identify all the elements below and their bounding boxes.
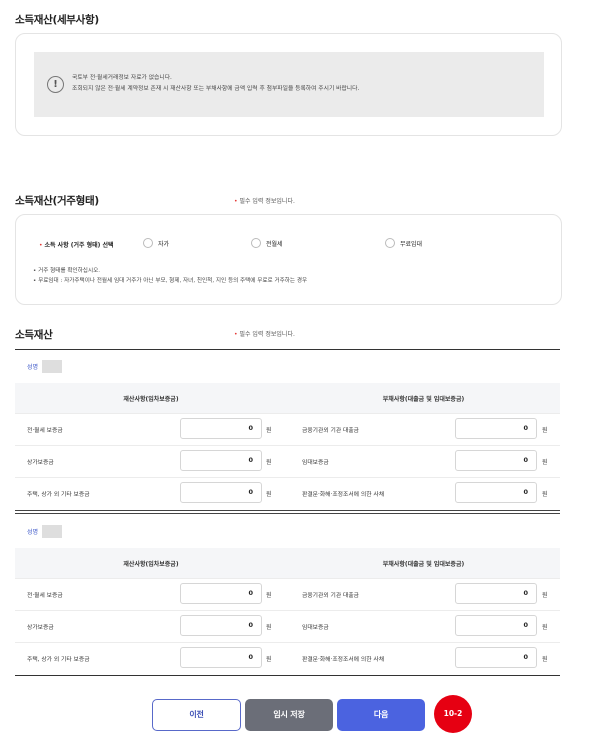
asset-row-label: 전·월세 보증금	[27, 593, 63, 599]
assets-bottom-divider	[15, 675, 560, 676]
debt-amount-input[interactable]: 0	[455, 647, 537, 668]
housing-hint-2: • 무료임대 : 자가주택이나 전월세 임대 거주가 아닌 부모, 형제, 자녀…	[33, 278, 308, 284]
debt-row-label: 임대보증금	[302, 625, 329, 631]
asset-column-header: 재산사항(임차보증금)	[123, 561, 179, 568]
unit-label: 원	[542, 624, 548, 631]
debt-amount-input[interactable]: 0	[455, 450, 537, 471]
row-divider	[15, 445, 560, 446]
debt-row-label: 금융기관외 기관 대출금	[302, 593, 360, 599]
unit-label: 원	[266, 459, 272, 466]
asset-row-label: 상가보증금	[27, 460, 54, 466]
detail-notice-card: ! 국토부 전·월세거래정보 자료가 없습니다. 조회되지 않은 전·월세 계약…	[15, 33, 562, 136]
asset-amount-input[interactable]: 0	[180, 482, 262, 503]
step-badge: 10-2	[434, 695, 472, 733]
field-required-mark: •	[39, 242, 43, 249]
unit-label: 원	[266, 491, 272, 498]
masked-name	[42, 360, 62, 373]
asset-amount-input[interactable]: 0	[180, 450, 262, 471]
row-divider	[15, 413, 560, 414]
housing-card: • 소득 사항 (거주 형태) 선택 자가 전월세 무료임대 • 거주 형태를 …	[15, 214, 562, 305]
asset-amount-input[interactable]: 0	[180, 647, 262, 668]
asset-amount-input[interactable]: 0	[180, 583, 262, 604]
debt-column-header: 부채사항(대출금 및 임대보증금)	[382, 396, 465, 403]
housing-field-label: • 소득 사항 (거주 형태) 선택	[39, 240, 114, 249]
asset-row-label: 상가보증금	[27, 625, 54, 631]
radio-label-free: 무료임대	[400, 240, 423, 248]
required-note-text: 필수 입력 정보입니다.	[239, 198, 295, 205]
unit-label: 원	[266, 624, 272, 631]
debt-row-label: 임대보증금	[302, 460, 329, 466]
asset-row-label: 주택, 상가 외 기타 보증금	[27, 657, 90, 663]
radio-label-lease: 전월세	[266, 240, 283, 248]
radio-label-owned: 자가	[158, 240, 170, 248]
housing-section-title: 소득재산(거주형태)	[15, 195, 99, 207]
asset-column-header: 재산사항(임차보증금)	[123, 396, 179, 403]
debt-amount-input[interactable]: 0	[455, 482, 537, 503]
required-mark: •	[234, 198, 238, 205]
person-name-label: 성명	[27, 364, 39, 371]
required-note-text: 필수 입력 정보입니다.	[239, 331, 295, 338]
debt-row-label: 금융기관외 기관 대출금	[302, 428, 360, 434]
notice-box: ! 국토부 전·월세거래정보 자료가 없습니다. 조회되지 않은 전·월세 계약…	[34, 52, 544, 117]
unit-label: 원	[266, 592, 272, 599]
debt-row-label: 판결문·화해·조정조서에 의한 사채	[302, 492, 385, 498]
notice-line-1: 국토부 전·월세거래정보 자료가 없습니다.	[72, 75, 172, 81]
radio-circle-lease[interactable]	[251, 238, 261, 248]
debt-amount-input[interactable]: 0	[455, 615, 537, 636]
debt-amount-input[interactable]: 0	[455, 583, 537, 604]
radio-option-owned[interactable]: 자가	[143, 238, 169, 248]
housing-field-label-text: 소득 사항 (거주 형태) 선택	[44, 242, 114, 249]
person-block-1: 성명 재산사항(임차보증금) 부채사항(대출금 및 임대보증금) 전·월세 보증…	[15, 349, 560, 509]
debt-row-label: 판결문·화해·조정조서에 의한 사채	[302, 657, 385, 663]
unit-label: 원	[542, 459, 548, 466]
asset-amount-input[interactable]: 0	[180, 615, 262, 636]
asset-amount-input[interactable]: 0	[180, 418, 262, 439]
housing-hint-1: • 거주 형태를 확인하십시오.	[33, 268, 101, 274]
notice-text: 국토부 전·월세거래정보 자료가 없습니다. 조회되지 않은 전·월세 계약정보…	[72, 73, 532, 95]
person-name-label: 성명	[27, 529, 39, 536]
debt-column-header: 부채사항(대출금 및 임대보증금)	[382, 561, 465, 568]
housing-required-note: • 필수 입력 정보입니다.	[234, 196, 295, 205]
exclamation-circle-icon: !	[47, 76, 64, 93]
radio-option-lease[interactable]: 전월세	[251, 238, 283, 248]
masked-name	[42, 525, 62, 538]
radio-circle-free[interactable]	[385, 238, 395, 248]
unit-label: 원	[266, 656, 272, 663]
asset-row-label: 주택, 상가 외 기타 보증금	[27, 492, 90, 498]
radio-option-free[interactable]: 무료임대	[385, 238, 422, 248]
row-divider	[15, 610, 560, 611]
temp-save-button[interactable]: 임시 저장	[245, 699, 333, 731]
unit-label: 원	[542, 656, 548, 663]
next-button[interactable]: 다음	[337, 699, 425, 731]
notice-line-2: 조회되지 않은 전·월세 계약정보 존재 시 재산사항 또는 부채사항에 금액 …	[72, 86, 360, 92]
required-mark: •	[234, 331, 238, 338]
prev-button[interactable]: 이전	[152, 699, 241, 731]
unit-label: 원	[266, 427, 272, 434]
row-divider	[15, 642, 560, 643]
detail-section-title: 소득재산(세부사항)	[15, 14, 99, 26]
housing-hints: • 거주 형태를 확인하십시오. • 무료임대 : 자가주택이나 전월세 임대 …	[33, 266, 553, 286]
row-divider	[15, 578, 560, 579]
asset-row-label: 전·월세 보증금	[27, 428, 63, 434]
assets-required-note: • 필수 입력 정보입니다.	[234, 329, 295, 338]
assets-section-title: 소득재산	[15, 329, 53, 341]
radio-circle-owned[interactable]	[143, 238, 153, 248]
unit-label: 원	[542, 491, 548, 498]
debt-amount-input[interactable]: 0	[455, 418, 537, 439]
person-block-2: 성명 재산사항(임차보증금) 부채사항(대출금 및 임대보증금) 전·월세 보증…	[15, 514, 560, 674]
row-divider	[15, 477, 560, 478]
unit-label: 원	[542, 592, 548, 599]
unit-label: 원	[542, 427, 548, 434]
